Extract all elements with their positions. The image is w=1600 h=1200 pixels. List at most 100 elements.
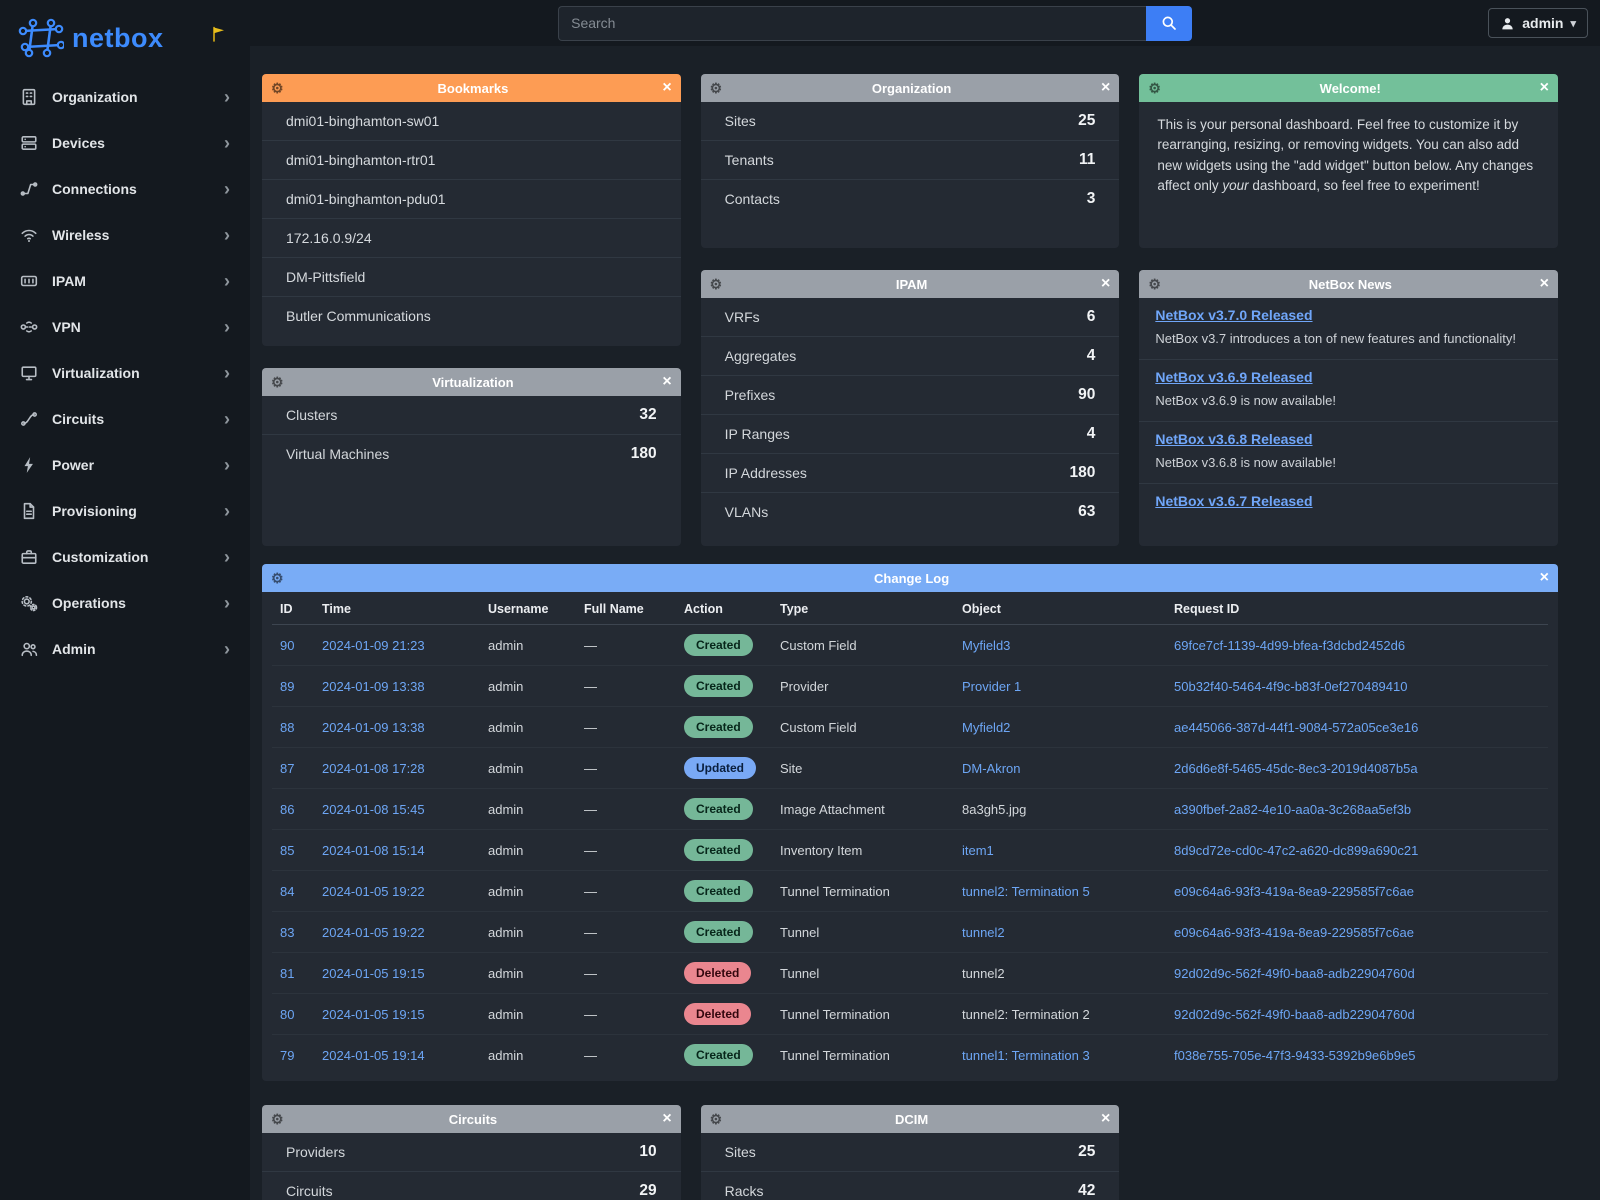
changelog-time-link[interactable]: 2024-01-05 19:14: [322, 1048, 425, 1063]
stat-value-link[interactable]: 32: [639, 406, 656, 424]
changelog-time-link[interactable]: 2024-01-05 19:22: [322, 884, 425, 899]
sidebar-item-circuits[interactable]: Circuits ›: [0, 396, 250, 442]
changelog-id-link[interactable]: 80: [280, 1007, 294, 1022]
stat-value-link[interactable]: 11: [1079, 151, 1095, 169]
widget-close-icon[interactable]: ×: [662, 80, 671, 96]
news-headline-link[interactable]: NetBox v3.6.9 Released: [1155, 369, 1312, 385]
bookmark-link[interactable]: dmi01-binghamton-sw01: [262, 102, 681, 140]
widget-close-icon[interactable]: ×: [1540, 80, 1549, 96]
stat-label-link[interactable]: Clusters: [286, 407, 337, 423]
changelog-id-link[interactable]: 79: [280, 1048, 294, 1063]
changelog-time-link[interactable]: 2024-01-09 13:38: [322, 720, 425, 735]
changelog-object-link[interactable]: Myfield3: [962, 638, 1010, 653]
stat-value-link[interactable]: 42: [1078, 1182, 1095, 1200]
changelog-time-link[interactable]: 2024-01-08 17:28: [322, 761, 425, 776]
stat-value-link[interactable]: 90: [1078, 386, 1095, 404]
changelog-time-link[interactable]: 2024-01-05 19:22: [322, 925, 425, 940]
stat-label-link[interactable]: Sites: [725, 1144, 756, 1160]
changelog-id-link[interactable]: 89: [280, 679, 294, 694]
stat-label-link[interactable]: Aggregates: [725, 348, 797, 364]
stat-label-link[interactable]: Racks: [725, 1183, 764, 1199]
stat-value-link[interactable]: 180: [631, 445, 657, 463]
news-headline-link[interactable]: NetBox v3.7.0 Released: [1155, 307, 1312, 323]
bookmark-link[interactable]: dmi01-binghamton-pdu01: [262, 179, 681, 218]
bookmark-link[interactable]: 172.16.0.9/24: [262, 218, 681, 257]
stat-label-link[interactable]: Contacts: [725, 191, 780, 207]
widget-config-icon[interactable]: ⚙: [271, 571, 284, 585]
changelog-object-link[interactable]: item1: [962, 843, 994, 858]
stat-label-link[interactable]: Prefixes: [725, 387, 776, 403]
stat-label-link[interactable]: Providers: [286, 1144, 345, 1160]
stat-value-link[interactable]: 6: [1087, 308, 1096, 326]
stat-value-link[interactable]: 25: [1078, 112, 1095, 130]
sidebar-item-virtualization[interactable]: Virtualization ›: [0, 350, 250, 396]
widget-close-icon[interactable]: ×: [1540, 276, 1549, 292]
changelog-object-link[interactable]: tunnel2: Termination 5: [962, 884, 1090, 899]
stat-value-link[interactable]: 4: [1087, 425, 1096, 443]
changelog-id-link[interactable]: 88: [280, 720, 294, 735]
sidebar-item-connections[interactable]: Connections ›: [0, 166, 250, 212]
changelog-time-link[interactable]: 2024-01-05 19:15: [322, 1007, 425, 1022]
changelog-id-link[interactable]: 90: [280, 638, 294, 653]
widget-config-icon[interactable]: ⚙: [1148, 81, 1161, 95]
stat-label-link[interactable]: VRFs: [725, 309, 760, 325]
stat-value-link[interactable]: 3: [1087, 190, 1096, 208]
widget-close-icon[interactable]: ×: [662, 374, 671, 390]
changelog-request-id-link[interactable]: e09c64a6-93f3-419a-8ea9-229585f7c6ae: [1174, 884, 1414, 899]
widget-close-icon[interactable]: ×: [1101, 1111, 1110, 1127]
stat-label-link[interactable]: Circuits: [286, 1183, 333, 1199]
stat-value-link[interactable]: 10: [639, 1143, 656, 1161]
widget-config-icon[interactable]: ⚙: [1148, 277, 1161, 291]
widget-close-icon[interactable]: ×: [1540, 570, 1549, 586]
widget-config-icon[interactable]: ⚙: [710, 81, 723, 95]
search-input[interactable]: [558, 6, 1146, 41]
stat-label-link[interactable]: Virtual Machines: [286, 446, 389, 462]
sidebar-item-operations[interactable]: Operations ›: [0, 580, 250, 626]
bookmark-link[interactable]: dmi01-binghamton-rtr01: [262, 140, 681, 179]
bookmark-link[interactable]: Butler Communications: [262, 296, 681, 335]
changelog-time-link[interactable]: 2024-01-09 13:38: [322, 679, 425, 694]
changelog-request-id-link[interactable]: 69fce7cf-1139-4d99-bfea-f3dcbd2452d6: [1174, 638, 1405, 653]
stat-label-link[interactable]: VLANs: [725, 504, 769, 520]
changelog-request-id-link[interactable]: e09c64a6-93f3-419a-8ea9-229585f7c6ae: [1174, 925, 1414, 940]
sidebar-item-organization[interactable]: Organization ›: [0, 74, 250, 120]
changelog-object-link[interactable]: Myfield2: [962, 720, 1010, 735]
stat-value-link[interactable]: 29: [639, 1182, 656, 1200]
changelog-request-id-link[interactable]: a390fbef-2a82-4e10-aa0a-3c268aa5ef3b: [1174, 802, 1411, 817]
widget-close-icon[interactable]: ×: [1101, 276, 1110, 292]
user-menu-button[interactable]: admin ▾: [1488, 8, 1588, 38]
sidebar-item-power[interactable]: Power ›: [0, 442, 250, 488]
sidebar-item-vpn[interactable]: VPN ›: [0, 304, 250, 350]
changelog-request-id-link[interactable]: 50b32f40-5464-4f9c-b83f-0ef270489410: [1174, 679, 1407, 694]
stat-value-link[interactable]: 63: [1078, 503, 1095, 521]
sidebar-item-ipam[interactable]: IPAM ›: [0, 258, 250, 304]
changelog-id-link[interactable]: 84: [280, 884, 294, 899]
search-button[interactable]: [1146, 6, 1192, 41]
stat-label-link[interactable]: Sites: [725, 113, 756, 129]
brand-logo[interactable]: netbox: [0, 0, 250, 74]
stat-label-link[interactable]: IP Addresses: [725, 465, 807, 481]
changelog-id-link[interactable]: 81: [280, 966, 294, 981]
changelog-id-link[interactable]: 87: [280, 761, 294, 776]
widget-close-icon[interactable]: ×: [1101, 80, 1110, 96]
widget-config-icon[interactable]: ⚙: [710, 277, 723, 291]
changelog-id-link[interactable]: 86: [280, 802, 294, 817]
changelog-request-id-link[interactable]: ae445066-387d-44f1-9084-572a05ce3e16: [1174, 720, 1418, 735]
widget-config-icon[interactable]: ⚙: [271, 375, 284, 389]
bookmark-flag-icon[interactable]: [212, 26, 226, 42]
widget-config-icon[interactable]: ⚙: [271, 81, 284, 95]
changelog-time-link[interactable]: 2024-01-08 15:14: [322, 843, 425, 858]
changelog-request-id-link[interactable]: f038e755-705e-47f3-9433-5392b9e6b9e5: [1174, 1048, 1415, 1063]
stat-value-link[interactable]: 180: [1069, 464, 1095, 482]
changelog-object-link[interactable]: tunnel2: [962, 925, 1005, 940]
sidebar-item-devices[interactable]: Devices ›: [0, 120, 250, 166]
bookmark-link[interactable]: DM-Pittsfield: [262, 257, 681, 296]
changelog-request-id-link[interactable]: 92d02d9c-562f-49f0-baa8-adb22904760d: [1174, 966, 1415, 981]
news-headline-link[interactable]: NetBox v3.6.8 Released: [1155, 431, 1312, 447]
changelog-time-link[interactable]: 2024-01-09 21:23: [322, 638, 425, 653]
changelog-time-link[interactable]: 2024-01-08 15:45: [322, 802, 425, 817]
sidebar-item-customization[interactable]: Customization ›: [0, 534, 250, 580]
sidebar-item-admin[interactable]: Admin ›: [0, 626, 250, 672]
widget-config-icon[interactable]: ⚙: [710, 1112, 723, 1126]
sidebar-item-provisioning[interactable]: Provisioning ›: [0, 488, 250, 534]
